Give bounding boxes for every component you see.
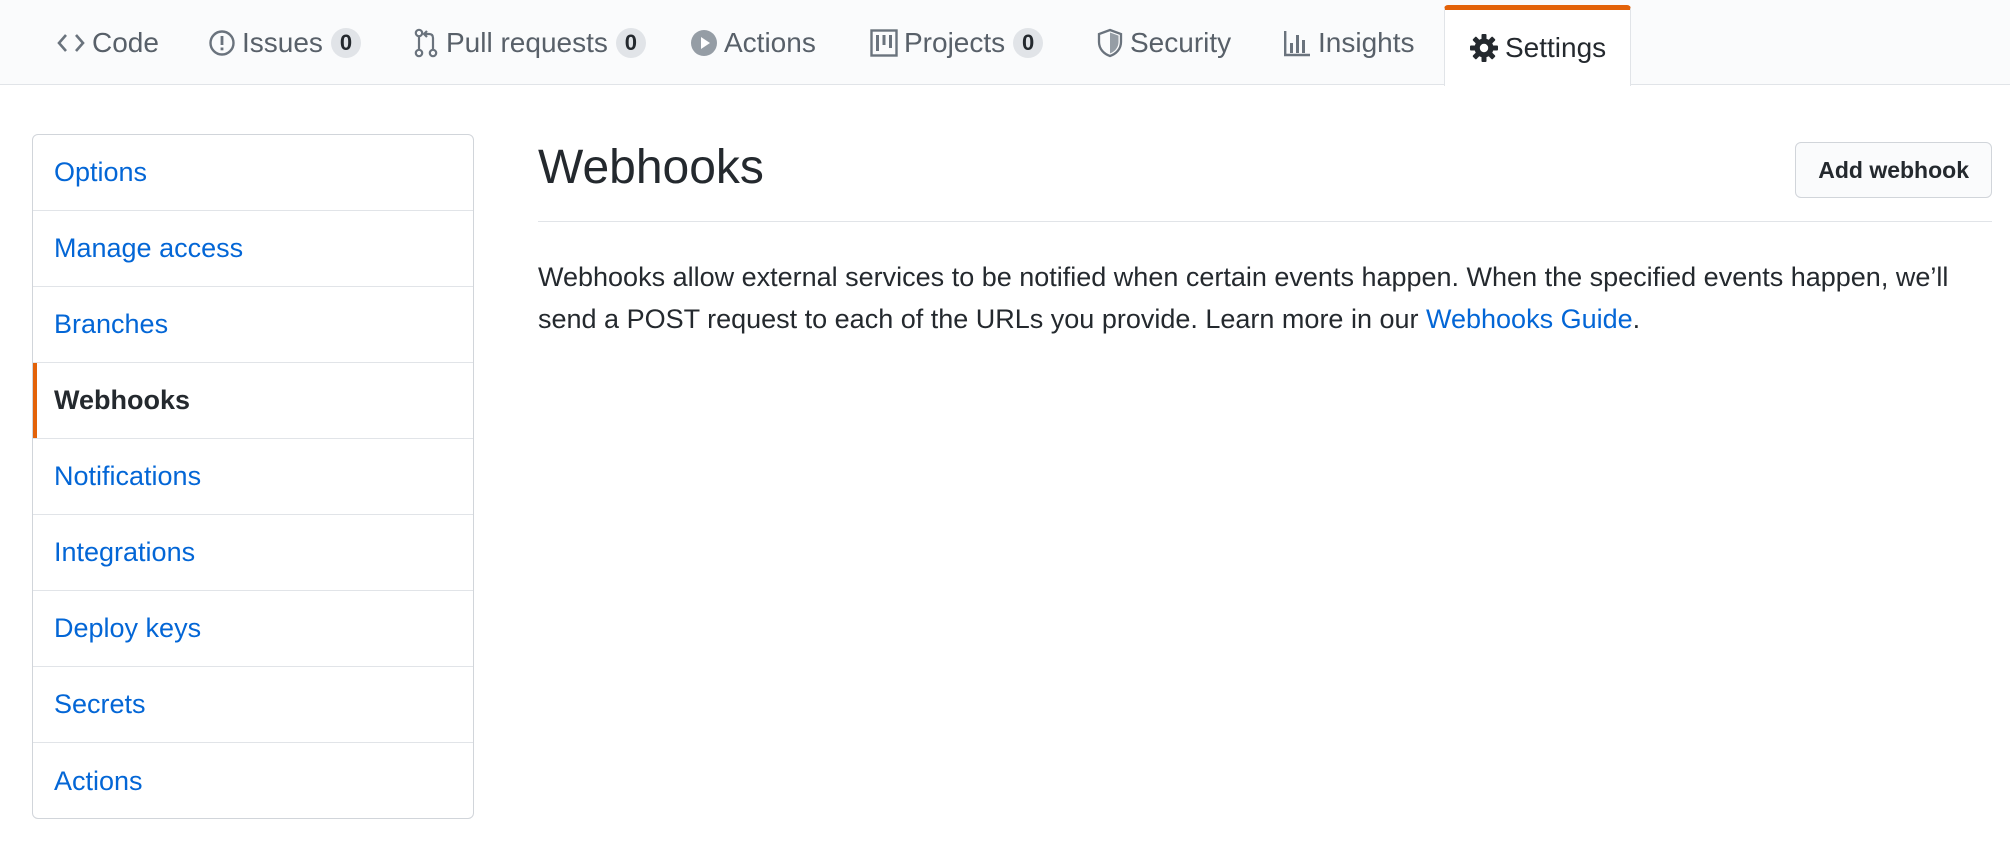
tab-label: Insights xyxy=(1318,26,1415,58)
tab-insights[interactable]: Insights xyxy=(1282,0,1415,85)
tab-security[interactable]: Security xyxy=(1096,0,1231,85)
title-divider xyxy=(538,221,1992,222)
sidebar-item-notifications[interactable]: Notifications xyxy=(33,439,473,515)
webhooks-guide-link[interactable]: Webhooks Guide xyxy=(1426,304,1633,334)
tab-label: Issues xyxy=(242,26,323,58)
projects-count: 0 xyxy=(1013,27,1044,58)
description-end: . xyxy=(1632,304,1641,334)
tab-label: Pull requests xyxy=(446,26,608,58)
tab-code[interactable]: Code xyxy=(56,0,159,85)
issues-count: 0 xyxy=(330,27,361,58)
project-icon xyxy=(870,28,898,57)
sidebar-item-integrations[interactable]: Integrations xyxy=(33,515,473,591)
sidebar-item-secrets[interactable]: Secrets xyxy=(33,667,473,743)
tab-label: Security xyxy=(1130,26,1232,58)
shield-icon xyxy=(1096,28,1124,58)
webhooks-description: Webhooks allow external services to be n… xyxy=(538,256,1992,340)
tab-label: Actions xyxy=(724,26,816,58)
sidebar-item-actions[interactable]: Actions xyxy=(33,743,473,818)
gear-icon xyxy=(1469,33,1499,63)
sidebar-item-options[interactable]: Options xyxy=(33,135,473,211)
sidebar-item-deploy-keys[interactable]: Deploy keys xyxy=(33,591,473,667)
settings-sidebar: Options Manage access Branches Webhooks … xyxy=(32,134,474,819)
issue-icon xyxy=(208,29,236,57)
tab-pull-requests[interactable]: Pull requests 0 xyxy=(412,0,646,85)
tab-label: Projects xyxy=(904,26,1006,58)
description-text: Webhooks allow external services to be n… xyxy=(538,262,1949,334)
pull-requests-count: 0 xyxy=(615,27,646,58)
add-webhook-button[interactable]: Add webhook xyxy=(1795,142,1992,198)
tab-label: Settings xyxy=(1505,32,1607,63)
tab-issues[interactable]: Issues 0 xyxy=(208,0,361,85)
code-icon xyxy=(56,31,86,55)
sidebar-item-webhooks[interactable]: Webhooks xyxy=(33,363,473,439)
play-icon xyxy=(690,29,718,57)
tab-actions[interactable]: Actions xyxy=(690,0,816,85)
graph-icon xyxy=(1282,29,1312,57)
sidebar-item-manage-access[interactable]: Manage access xyxy=(33,211,473,287)
repo-nav-tabs: Code Issues 0 Pull requests 0 Actions Pr… xyxy=(0,0,2010,86)
tab-label: Code xyxy=(92,26,159,58)
sidebar-item-branches[interactable]: Branches xyxy=(33,287,473,363)
pull-request-icon xyxy=(412,28,440,58)
tab-projects[interactable]: Projects 0 xyxy=(870,0,1044,85)
tab-settings[interactable]: Settings xyxy=(1444,5,1632,86)
page-title: Webhooks xyxy=(538,141,764,194)
